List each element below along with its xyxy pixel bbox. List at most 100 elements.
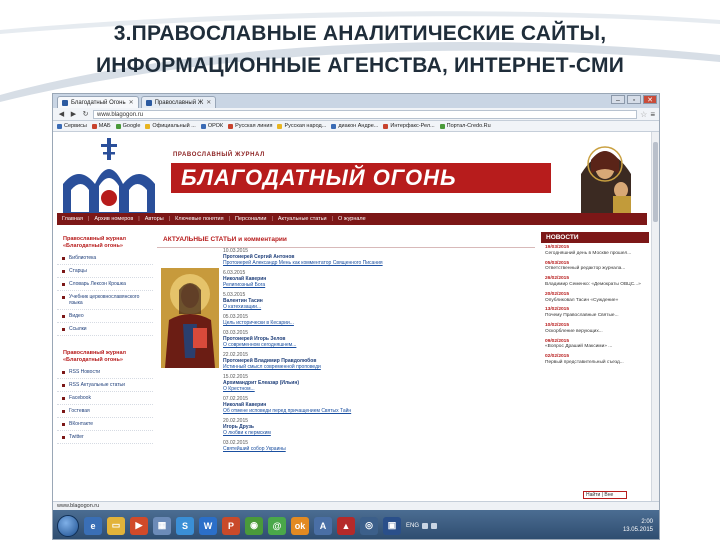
media-player-icon[interactable]: ▶ (130, 516, 148, 535)
article-item: 15.02.2015 Архимандрит Елеазар (Ильин) О К… (223, 374, 535, 392)
news-item[interactable]: 10/02/2015 Оскорбление верующих... (541, 321, 649, 337)
reload-icon[interactable]: ↻ (81, 110, 90, 119)
app-icon[interactable]: ▲ (337, 516, 355, 535)
sidebar-item[interactable]: Видео (57, 310, 153, 323)
tab-journal[interactable]: Православный Ж ✕ (140, 96, 217, 108)
news-item[interactable]: 19/03/2015 Сегодняшний день в Москве прош… (541, 243, 649, 259)
search-button[interactable]: Вне (604, 492, 613, 498)
news-item[interactable]: 02/02/2015 Первый представительный съезд.… (541, 352, 649, 368)
url-input[interactable]: www.blagogon.ru (93, 109, 638, 119)
bookmarks-bar: Сервисы МАБ Google Официальный ... ОРОК … (53, 121, 659, 132)
network-tray-icon[interactable] (422, 522, 429, 529)
sidebar-item[interactable]: Гостевая (57, 405, 153, 418)
article-link[interactable]: О катехизации... (223, 304, 535, 310)
article-link[interactable]: Святейший собор Украины (223, 446, 535, 452)
word-icon[interactable]: W (199, 516, 217, 535)
sidebar-item[interactable]: Старцы (57, 265, 153, 278)
menu-icon[interactable]: ≡ (650, 110, 655, 119)
close-tab-icon[interactable]: ✕ (206, 99, 211, 106)
vertical-scrollbar[interactable] (651, 132, 659, 501)
folder-icon[interactable]: ▭ (107, 516, 125, 535)
forward-arrow-icon[interactable]: ▶ (69, 110, 78, 119)
article-link[interactable]: О любви к пермским (223, 430, 535, 436)
odnoklassniki-icon[interactable]: ok (291, 516, 309, 535)
volume-tray-icon[interactable] (431, 522, 438, 529)
maximize-icon[interactable]: ▫ (627, 95, 641, 104)
bookmark-item[interactable]: Русская народ... (277, 123, 326, 129)
bookmark-star-icon[interactable]: ☆ (640, 110, 647, 119)
close-tab-icon[interactable]: ✕ (129, 99, 134, 106)
nav-item-about[interactable]: О журнале (338, 216, 366, 222)
ie-icon[interactable]: e (84, 516, 102, 535)
news-item[interactable]: 13/02/2015 Почему Православные Святые... (541, 305, 649, 321)
bookmark-item[interactable]: Google (115, 123, 140, 129)
app-icon[interactable]: ◎ (360, 516, 378, 535)
slide-title-line1: 3.ПРАВОСЛАВНЫЕ АНАЛИТИЧЕСКИЕ САЙТЫ, (113, 22, 607, 45)
app-icon[interactable]: ▣ (383, 516, 401, 535)
church-logo-icon[interactable] (59, 134, 159, 218)
powerpoint-icon[interactable]: P (222, 516, 240, 535)
bookmark-item[interactable]: Интерфакс-Рел... (383, 123, 435, 129)
address-bar: ◀ ▶ ↻ www.blagogon.ru ☆ ≡ (53, 108, 659, 121)
bookmark-item[interactable]: ОРОК (200, 123, 223, 129)
article-link[interactable]: Протоиерей Александр Мень как комментато… (223, 260, 535, 266)
tab-blagogon[interactable]: Благодатный Огонь ✕ (57, 96, 139, 108)
bookmark-item[interactable]: Портал-Credo.Ru (439, 123, 491, 129)
sidebar-item[interactable]: Facebook (57, 392, 153, 405)
bookmark-item[interactable]: диакон Андре... (331, 123, 378, 129)
sidebar-item[interactable]: Twitter (57, 431, 153, 444)
clock[interactable]: 2:00 13.05.2015 (623, 518, 659, 534)
nav-item-concepts[interactable]: Ключевые понятия (175, 216, 223, 222)
start-button[interactable] (57, 514, 79, 537)
nav-item-articles[interactable]: Актуальные статьи (278, 216, 327, 222)
sidebar-item[interactable]: Учебник церковнославянского языка (57, 291, 153, 310)
article-link[interactable]: Религиозный Бога (223, 282, 535, 288)
search-input[interactable]: Найти | Вне (583, 491, 627, 499)
chrome-icon[interactable]: ◉ (245, 516, 263, 535)
app-icon[interactable]: A (314, 516, 332, 535)
article-link[interactable]: Об отмене исповеди перед причащением Свя… (223, 408, 535, 414)
article-item: 07.02.2015 Николай Каверин Об отмене испов… (223, 396, 535, 414)
bookmark-item[interactable]: Русская линия (228, 123, 272, 129)
minimize-icon[interactable]: – (611, 95, 625, 104)
sidebar-item[interactable]: Библиотека (57, 252, 153, 265)
network-icon[interactable]: ▦ (153, 516, 171, 535)
sidebar-item[interactable]: Ссылки (57, 323, 153, 336)
favicon-icon (62, 99, 68, 106)
browser-window: Благодатный Огонь ✕ Православный Ж ✕ – ▫… (52, 93, 660, 540)
skype-icon[interactable]: S (176, 516, 194, 535)
article-item: 5.03.2015 Валентин Тасин О катехизации... (223, 292, 535, 310)
article-link[interactable]: О Крестном... (223, 386, 535, 392)
system-tray: ENG (406, 522, 438, 529)
news-item[interactable]: 05/03/2015 Ответственный редактор журнала… (541, 259, 649, 275)
nav-item-archive[interactable]: Архив номеров (94, 216, 133, 222)
article-link[interactable]: О современном сегодняшнем... (223, 342, 535, 348)
section-heading: АКТУАЛЬНЫЕ СТАТЬИ и комментарии (157, 232, 535, 248)
bookmark-item[interactable]: МАБ (91, 123, 111, 129)
page-viewport: ПРАВОСЛАВНЫЙ ЖУРНАЛ БЛАГОДАТНЫЙ ОГОНЬ Гл… (53, 132, 659, 501)
journal-title[interactable]: БЛАГОДАТНЫЙ ОГОНЬ (171, 163, 551, 193)
close-window-icon[interactable]: ✕ (643, 95, 657, 104)
back-arrow-icon[interactable]: ◀ (57, 110, 66, 119)
sidebar-item[interactable]: ВКонтакте (57, 418, 153, 431)
bookmark-item[interactable]: Официальный ... (145, 123, 196, 129)
nav-item-persons[interactable]: Персоналии (235, 216, 266, 222)
lang-indicator[interactable]: ENG (406, 523, 419, 529)
sidebar-item[interactable]: Словарь Лексон Крошка (57, 278, 153, 291)
sidebar-item[interactable]: RSS Актуальные статьи (57, 379, 153, 392)
tab-bar: Благодатный Огонь ✕ Православный Ж ✕ – ▫… (53, 94, 659, 108)
article-item: 10.03.2015 Протоиерей Сергий Антонов Прото… (223, 248, 535, 266)
news-item[interactable]: 26/02/2015 Владимир Семенко: «Демократы О… (541, 274, 649, 290)
nav-item-home[interactable]: Главная (62, 216, 83, 222)
scrollbar-thumb[interactable] (653, 142, 658, 222)
bookmark-icon (331, 123, 337, 129)
bookmark-item[interactable]: Сервисы (57, 123, 87, 129)
sidebar-item[interactable]: RSS Новости (57, 366, 153, 379)
nav-item-authors[interactable]: Авторы (145, 216, 164, 222)
app-icon[interactable]: @ (268, 516, 286, 535)
news-item[interactable]: 09/02/2015 «Вопрос Драший Максими» ... (541, 337, 649, 353)
article-link[interactable]: Истинный смысл современной проповеди (223, 364, 535, 370)
news-item[interactable]: 20/02/2015 Опубликовал Тасин «Суждение» (541, 290, 649, 306)
article-link[interactable]: Цель исторически в Кесарии... (223, 320, 535, 326)
article-item: 03.03.2015 Протоиерей Игорь Зелов О соврем… (223, 330, 535, 348)
